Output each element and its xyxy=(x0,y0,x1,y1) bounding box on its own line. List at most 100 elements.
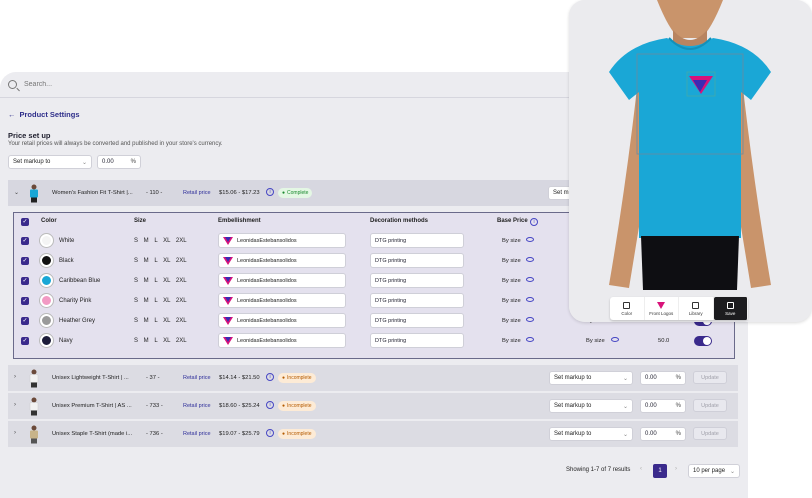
product-markup-input[interactable]: 0.00% xyxy=(640,399,686,413)
back-link[interactable]: ← Product Settings xyxy=(8,110,80,119)
col-embellishment: Embellishment xyxy=(218,218,261,224)
product-row[interactable]: › Unisex Staple T-Shirt (made i... - 736… xyxy=(8,421,738,447)
variant-count: - 736 - xyxy=(146,431,163,437)
tshirt-model-image xyxy=(569,0,812,322)
percent-suffix: % xyxy=(675,403,681,409)
variant-count: - 37 - xyxy=(146,375,160,381)
image-icon xyxy=(692,301,700,309)
chevron-down-icon: ⌄ xyxy=(81,160,87,166)
variant-sizes: S M L XL 2XL xyxy=(134,258,187,264)
chevron-right-icon[interactable]: › xyxy=(14,402,16,408)
product-markup-select[interactable]: Set markup to ⌄ xyxy=(549,427,633,441)
base-price-mode: By size xyxy=(502,298,521,304)
eye-icon[interactable] xyxy=(611,337,619,342)
product-thumbnail xyxy=(29,397,39,416)
tool-library[interactable]: Library xyxy=(679,297,714,320)
info-icon[interactable]: i xyxy=(266,429,274,437)
col-base-price: Base Price xyxy=(497,218,528,224)
product-markup-select[interactable]: Set markup to ⌄ xyxy=(549,371,633,385)
logo-icon xyxy=(223,337,233,345)
retail-price-range: $14.14 - $21.50 xyxy=(219,375,260,381)
info-icon[interactable]: i xyxy=(266,401,274,409)
chevron-left-icon[interactable]: ‹ xyxy=(640,466,642,472)
embellishment-select[interactable]: LeonidasEstebansolidos xyxy=(218,253,346,268)
chevron-right-icon[interactable]: › xyxy=(14,430,16,436)
row-checkbox[interactable]: ✓ xyxy=(21,277,29,285)
product-row[interactable]: › Unisex Premium T-Shirt | AS ... - 733 … xyxy=(8,393,738,419)
logo-icon xyxy=(223,277,233,285)
eye-icon[interactable] xyxy=(526,317,534,322)
eye-icon[interactable] xyxy=(526,237,534,242)
product-markup-number: 0.00 xyxy=(645,431,657,437)
eye-icon[interactable] xyxy=(526,337,534,342)
product-row[interactable]: › Unisex Lightweight T-Shirt | ... - 37 … xyxy=(8,365,738,391)
info-icon[interactable]: i xyxy=(266,188,274,196)
tool-library-label: Library xyxy=(688,310,703,316)
tool-logos-label: Front Logos xyxy=(649,310,674,316)
global-markup-select[interactable]: Set markup to ⌄ xyxy=(8,155,92,169)
embellishment-select[interactable]: LeonidasEstebansolidos xyxy=(218,233,346,248)
color-palette-icon xyxy=(623,301,631,309)
global-markup-input[interactable]: 0.00 % xyxy=(97,155,141,169)
back-label: Product Settings xyxy=(19,110,80,119)
app-stage: ← Product Settings Price set up Your ret… xyxy=(0,0,812,498)
logo-icon xyxy=(223,237,233,245)
chevron-down-icon: ⌄ xyxy=(729,469,735,475)
save-button[interactable]: Save xyxy=(713,297,748,320)
variant-sizes: S M L XL 2XL xyxy=(134,298,187,304)
row-checkbox[interactable]: ✓ xyxy=(21,297,29,305)
eye-icon[interactable] xyxy=(526,297,534,302)
product-markup-select[interactable]: Set markup to ⌄ xyxy=(549,399,633,413)
decoration-select[interactable]: DTG printing xyxy=(370,293,464,308)
update-button[interactable]: Update xyxy=(693,371,727,384)
per-page-select[interactable]: 10 per page ⌄ xyxy=(688,464,740,478)
base-price-mode: By size xyxy=(502,258,521,264)
select-all-checkbox[interactable]: ✓ xyxy=(21,218,29,226)
embellishment-select[interactable]: LeonidasEstebansolidos xyxy=(218,313,346,328)
row-checkbox[interactable]: ✓ xyxy=(21,257,29,265)
tool-color-label: Color xyxy=(621,310,633,316)
chevron-down-icon[interactable]: ⌄ xyxy=(14,189,19,196)
info-icon[interactable]: i xyxy=(530,218,538,226)
update-button[interactable]: Update xyxy=(693,427,727,440)
tool-color[interactable]: Color xyxy=(610,297,645,320)
embellishment-select[interactable]: LeonidasEstebansolidos xyxy=(218,333,346,348)
decoration-select[interactable]: DTG printing xyxy=(370,253,464,268)
embellishment-select[interactable]: LeonidasEstebansolidos xyxy=(218,293,346,308)
decoration-select[interactable]: DTG printing xyxy=(370,233,464,248)
product-markup-input[interactable]: 0.00% xyxy=(640,371,686,385)
variant-toggle[interactable] xyxy=(694,336,712,346)
retail-price-range: $18.60 - $25.24 xyxy=(219,403,260,409)
row-checkbox[interactable]: ✓ xyxy=(21,337,29,345)
page-button[interactable]: 1 xyxy=(653,464,667,478)
embellishment-select[interactable]: LeonidasEstebansolidos xyxy=(218,273,346,288)
product-markup-value: Set markup to xyxy=(554,403,592,409)
search-input[interactable] xyxy=(24,81,324,88)
row-checkbox[interactable]: ✓ xyxy=(21,317,29,325)
product-thumbnail xyxy=(30,184,38,203)
save-icon xyxy=(726,301,734,309)
decoration-select[interactable]: DTG printing xyxy=(370,273,464,288)
eye-icon[interactable] xyxy=(526,257,534,262)
logo-icon xyxy=(223,317,233,325)
chevron-right-icon[interactable]: › xyxy=(14,374,16,380)
mockup-toolbar: Color Front Logos Library Save xyxy=(610,297,748,320)
update-button[interactable]: Update xyxy=(693,399,727,412)
chevron-down-icon: ⌄ xyxy=(622,432,628,438)
embellishment-value: LeonidasEstebansolidos xyxy=(237,257,297,264)
status-text: Incomplete xyxy=(287,431,312,437)
embellishment-value: LeonidasEstebansolidos xyxy=(237,277,297,284)
decoration-select[interactable]: DTG printing xyxy=(370,313,464,328)
row-checkbox[interactable]: ✓ xyxy=(21,237,29,245)
decoration-select[interactable]: DTG printing xyxy=(370,333,464,348)
info-icon[interactable]: i xyxy=(266,373,274,381)
logo-icon xyxy=(223,297,233,305)
chevron-right-icon[interactable]: › xyxy=(675,466,677,472)
tool-front-logos[interactable]: Front Logos xyxy=(645,297,679,320)
product-markup-number: 0.00 xyxy=(645,375,657,381)
global-markup-number: 0.00 xyxy=(102,159,114,165)
percent-suffix: % xyxy=(130,159,136,165)
percent-suffix: % xyxy=(675,375,681,381)
eye-icon[interactable] xyxy=(526,277,534,282)
product-markup-input[interactable]: 0.00% xyxy=(640,427,686,441)
